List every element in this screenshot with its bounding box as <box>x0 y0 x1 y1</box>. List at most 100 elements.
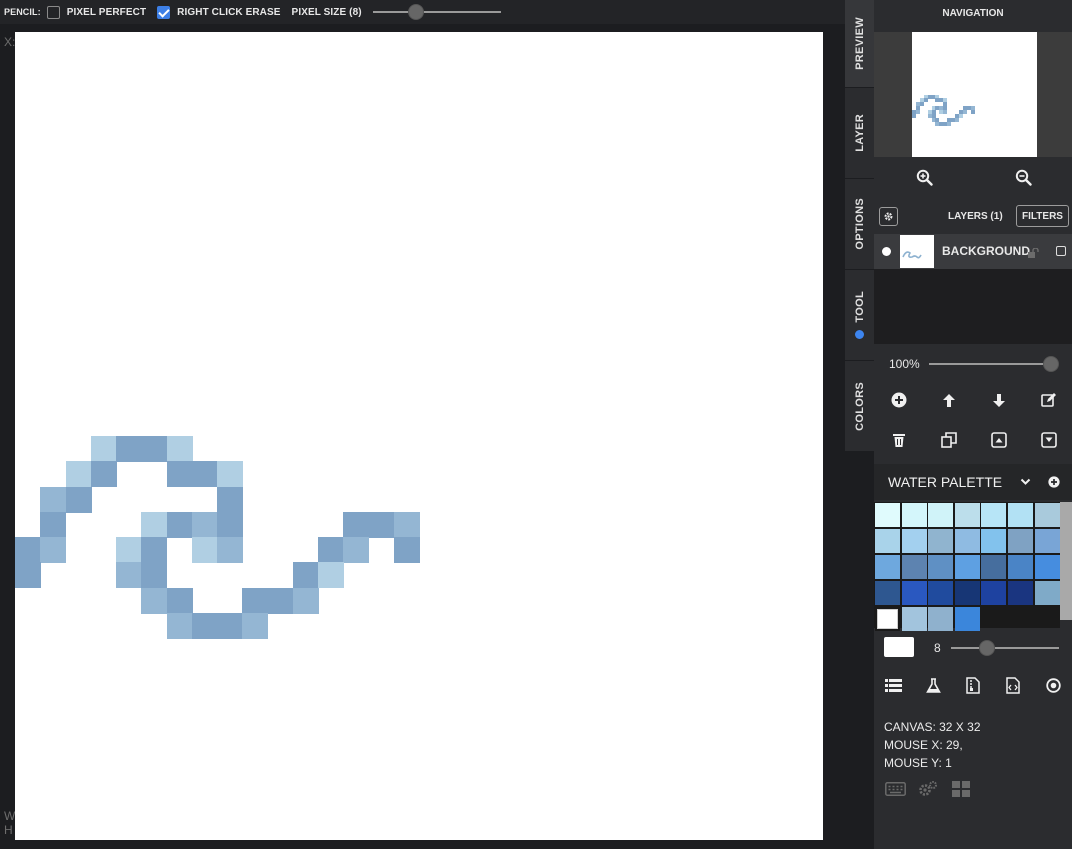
pixel-perfect-checkbox[interactable] <box>46 5 60 19</box>
tab-tool[interactable]: TOOL <box>845 270 874 361</box>
palette-swatch[interactable] <box>1008 581 1033 605</box>
palette-swatch[interactable] <box>928 555 954 579</box>
brush-size-knob[interactable] <box>979 640 995 656</box>
palette-swatch[interactable] <box>875 529 900 553</box>
canvas-pixel <box>166 436 193 462</box>
layer-row-background[interactable]: BACKGROUND <box>874 234 1072 269</box>
layer-opacity-knob[interactable] <box>1043 356 1059 372</box>
palette-swatch[interactable] <box>1034 529 1060 553</box>
palette-swatch[interactable] <box>901 555 927 579</box>
canvas-pixel <box>65 486 92 513</box>
palette-swatch[interactable] <box>981 529 1007 553</box>
layer-settings-button[interactable] <box>879 207 898 226</box>
palette-swatch[interactable] <box>954 607 980 631</box>
palette-swatches <box>874 502 1060 631</box>
layer-name[interactable]: BACKGROUND <box>942 244 1030 258</box>
layers-title: LAYERS (1) <box>948 211 1003 222</box>
palette-swatch[interactable] <box>901 503 927 527</box>
keyboard-shortcuts-button[interactable] <box>885 782 906 796</box>
layer-select-checkbox[interactable] <box>1056 246 1066 256</box>
palette-swatch[interactable] <box>1008 555 1033 579</box>
palette-swatch[interactable] <box>981 581 1007 605</box>
brush-size-slider[interactable] <box>951 640 1059 656</box>
export-file-button[interactable] <box>966 677 980 694</box>
palette-swatch[interactable] <box>901 607 927 631</box>
palette-scrollbar[interactable] <box>1060 502 1072 628</box>
record-button[interactable] <box>1046 678 1061 693</box>
palette-swatch[interactable] <box>954 529 980 553</box>
palette-swatch[interactable] <box>1008 503 1033 527</box>
duplicate-layer-button[interactable] <box>937 428 961 452</box>
palette-swatch[interactable] <box>981 503 1007 527</box>
layer-visibility-toggle[interactable] <box>882 247 891 256</box>
tab-colors[interactable]: COLORS <box>845 361 874 452</box>
palette-swatch[interactable] <box>875 555 900 579</box>
palette-dropdown-button[interactable] <box>1020 476 1031 487</box>
palette-swatch[interactable] <box>901 529 927 553</box>
delete-layer-button[interactable] <box>887 428 911 452</box>
right-click-erase-label[interactable]: RIGHT CLICK ERASE <box>177 7 280 18</box>
add-layer-button[interactable] <box>887 388 911 412</box>
palette-scrollbar-thumb[interactable] <box>1060 502 1072 620</box>
merge-up-button[interactable] <box>987 428 1011 452</box>
add-palette-button[interactable] <box>1048 476 1060 488</box>
merge-down-button[interactable] <box>1037 428 1061 452</box>
rename-layer-button[interactable] <box>1037 388 1061 412</box>
palette-swatch[interactable] <box>901 581 927 605</box>
canvas-pixel <box>217 612 243 639</box>
canvas-pixel <box>292 587 319 614</box>
layer-thumbnail-art <box>902 251 922 259</box>
canvas-pixel <box>141 562 168 589</box>
tab-layer[interactable]: LAYER <box>845 88 874 179</box>
palette-swatch[interactable] <box>875 581 900 605</box>
drawing-canvas[interactable] <box>15 32 823 840</box>
plus-circle-icon <box>891 392 907 408</box>
palette-swatch[interactable] <box>1008 529 1033 553</box>
layout-button[interactable] <box>952 781 970 797</box>
canvas-info: CANVAS: 32 X 32 MOUSE X: 29, MOUSE Y: 1 <box>884 718 981 772</box>
gears-icon <box>919 781 937 796</box>
palette-swatch[interactable] <box>928 503 954 527</box>
navigation-preview[interactable] <box>874 32 1072 157</box>
pixel-size-slider[interactable] <box>372 4 501 20</box>
canvas-pixel <box>141 587 168 614</box>
export-code-button[interactable] <box>1006 677 1020 694</box>
palette-swatch[interactable] <box>875 503 900 527</box>
move-layer-down-button[interactable] <box>987 388 1011 412</box>
canvas-pixel <box>141 537 168 563</box>
canvas-size-readout: CANVAS: 32 X 32 <box>884 720 981 734</box>
right-click-erase-checkbox[interactable] <box>157 5 171 19</box>
palette-swatch[interactable] <box>954 503 980 527</box>
navigation-thumbnail[interactable] <box>912 32 1037 157</box>
tab-preview-label: PREVIEW <box>853 17 866 70</box>
palette-swatch[interactable] <box>1034 503 1060 527</box>
brush-size-value: 8 <box>934 641 941 655</box>
palette-swatch[interactable] <box>954 581 980 605</box>
pixel-perfect-label[interactable]: PIXEL PERFECT <box>67 7 146 18</box>
settings-button[interactable] <box>918 780 938 798</box>
zoom-out-button[interactable] <box>1012 167 1034 187</box>
palette-swatch[interactable] <box>981 555 1007 579</box>
tab-options[interactable]: OPTIONS <box>845 179 874 270</box>
list-button[interactable] <box>885 678 902 693</box>
tab-preview[interactable]: PREVIEW <box>845 0 874 88</box>
layer-opacity-slider[interactable] <box>929 356 1059 372</box>
palette-swatch[interactable] <box>928 581 954 605</box>
palette-swatch[interactable] <box>875 607 900 631</box>
zoom-in-button[interactable] <box>913 167 935 187</box>
palette-swatch[interactable] <box>954 555 980 579</box>
palette-swatch[interactable] <box>1034 555 1060 579</box>
lab-button[interactable] <box>926 678 941 693</box>
palette-swatch[interactable] <box>1034 581 1060 605</box>
pixel-size-slider-knob[interactable] <box>407 4 424 20</box>
mouse-x-readout: MOUSE X: 29, <box>884 738 963 752</box>
palette-swatch[interactable] <box>928 529 954 553</box>
move-layer-up-button[interactable] <box>937 388 961 412</box>
palette-swatch[interactable] <box>928 607 954 631</box>
unlock-icon[interactable] <box>1028 245 1040 263</box>
filters-button[interactable]: FILTERS <box>1016 205 1069 227</box>
canvas-pixel <box>191 461 218 488</box>
current-color-swatch[interactable] <box>884 637 914 657</box>
canvas-pixel <box>141 436 168 462</box>
palette-name[interactable]: WATER PALETTE <box>888 474 1002 490</box>
